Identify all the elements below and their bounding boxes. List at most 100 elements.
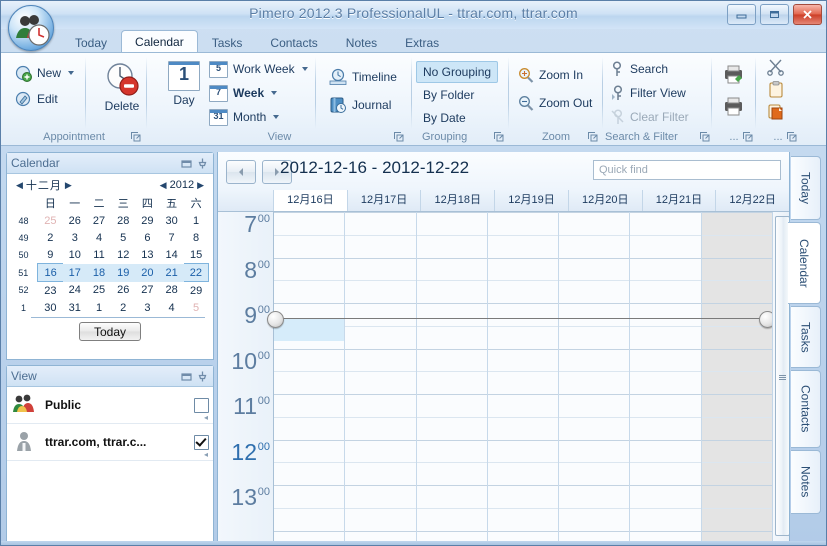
mini-calendar-day-cell[interactable]: 10 (63, 246, 87, 264)
search-filter-dialog-launcher-icon[interactable] (699, 131, 710, 142)
work-week-button[interactable]: 5 Work Week (205, 59, 312, 79)
mini-calendar-day-cell[interactable]: 30 (38, 299, 63, 316)
day-column[interactable] (701, 212, 772, 545)
week-number-cell[interactable]: 50 (11, 246, 38, 264)
right-tab-notes[interactable]: Notes (791, 450, 821, 514)
week-number-cell[interactable]: 51 (11, 264, 38, 282)
chevron-down-icon[interactable] (271, 91, 278, 95)
chevron-down-icon[interactable] (68, 71, 75, 75)
view-row-checkbox[interactable] (194, 434, 209, 450)
right-tab-contacts[interactable]: Contacts (791, 370, 821, 448)
mini-calendar-day-cell[interactable]: 28 (111, 212, 135, 229)
mini-calendar-day-cell[interactable]: 1 (87, 299, 111, 316)
mini-calendar-day-cell[interactable]: 9 (38, 246, 63, 264)
mini-calendar-day-cell[interactable]: 22 (183, 263, 209, 282)
expand-arrow-icon[interactable]: ◂ (204, 450, 208, 459)
mini-calendar-day-cell[interactable]: 19 (111, 263, 136, 282)
quick-find-input[interactable]: Quick find (593, 160, 781, 180)
search-button[interactable]: Search (607, 59, 672, 79)
selected-time-block[interactable] (274, 319, 345, 341)
day-header-1216[interactable]: 12月16日 (274, 190, 348, 211)
ribbon-tab-today[interactable]: Today (61, 32, 121, 53)
grouping-no-grouping[interactable]: No Grouping (416, 61, 499, 83)
edit-button[interactable]: Edit (11, 89, 62, 109)
day-header-1219[interactable]: 12月19日 (495, 190, 569, 211)
minimize-button[interactable] (727, 4, 756, 25)
pin-panel-icon[interactable] (196, 370, 209, 383)
zoom-out-button[interactable]: Zoom Out (514, 93, 596, 113)
day-header-1217[interactable]: 12月17日 (348, 190, 422, 211)
chevron-down-icon[interactable] (301, 67, 308, 71)
view-row-public[interactable]: Public ◂ (7, 387, 213, 424)
day-header-1221[interactable]: 12月21日 (643, 190, 717, 211)
mini-calendar-day-cell[interactable]: 31 (63, 299, 87, 316)
week-number-cell[interactable]: 49 (11, 229, 38, 246)
mini-calendar-day-cell[interactable]: 24 (63, 282, 87, 300)
view-dialog-launcher-icon[interactable] (393, 131, 404, 142)
journal-button[interactable]: Journal (325, 95, 395, 115)
print-preview-button[interactable] (722, 63, 745, 88)
mini-calendar-day-cell[interactable]: 7 (160, 229, 184, 246)
week-number-cell[interactable]: 48 (11, 212, 38, 229)
grouping-dialog-launcher-icon[interactable] (493, 131, 504, 142)
grouping-by-date[interactable]: By Date (416, 107, 473, 129)
chevron-down-icon[interactable] (273, 115, 280, 119)
day-column[interactable] (345, 212, 417, 545)
print-button[interactable] (722, 95, 745, 120)
ribbon-tab-extras[interactable]: Extras (391, 32, 453, 53)
mini-calendar-day-cell[interactable]: 26 (111, 282, 135, 300)
mini-calendar-day-cell[interactable]: 12 (111, 246, 135, 264)
right-tab-calendar[interactable]: Calendar (788, 222, 821, 304)
restore-panel-icon[interactable] (180, 370, 193, 383)
prev-year-arrow-icon[interactable]: ◀ (157, 180, 170, 191)
prev-month-arrow-icon[interactable]: ◀ (13, 180, 26, 191)
cut-button[interactable] (767, 58, 785, 79)
right-tab-today[interactable]: Today (791, 156, 821, 220)
mini-calendar-day-cell[interactable]: 2 (38, 229, 63, 246)
mini-calendar-day-cell[interactable]: 6 (135, 229, 159, 246)
paste-button[interactable] (767, 102, 785, 123)
next-year-arrow-icon[interactable]: ▶ (194, 180, 207, 191)
day-column[interactable] (416, 212, 488, 545)
mini-calendar-day-cell[interactable]: 15 (184, 246, 209, 264)
mini-calendar-day-cell[interactable]: 5 (111, 229, 135, 246)
copy-button[interactable] (767, 80, 785, 101)
clipboard-dialog-launcher-icon[interactable] (786, 131, 797, 142)
grouping-by-folder[interactable]: By Folder (416, 84, 481, 106)
ribbon-tab-tasks[interactable]: Tasks (198, 32, 257, 53)
week-number-cell[interactable]: 1 (11, 299, 38, 316)
maximize-button[interactable] (760, 4, 789, 25)
mini-calendar-day-cell[interactable]: 27 (87, 212, 111, 229)
mini-calendar-day-cell[interactable]: 8 (184, 229, 209, 246)
mini-calendar-day-cell[interactable]: 30 (160, 212, 184, 229)
print-dialog-launcher-icon[interactable] (742, 131, 753, 142)
pin-panel-icon[interactable] (196, 157, 209, 170)
day-column[interactable] (274, 212, 346, 545)
previous-week-button[interactable] (226, 160, 256, 184)
mini-calendar-day-cell[interactable]: 4 (160, 299, 184, 316)
right-tab-tasks[interactable]: Tasks (791, 306, 821, 368)
close-button[interactable] (793, 4, 822, 25)
app-logo[interactable] (8, 5, 54, 51)
mini-calendar-day-cell[interactable]: 29 (184, 282, 209, 300)
week-button[interactable]: 7 Week (205, 83, 281, 103)
mini-calendar-day-cell[interactable]: 29 (135, 212, 159, 229)
mini-calendar-day-cell[interactable]: 23 (38, 282, 63, 300)
appointment-dialog-launcher-icon[interactable] (130, 131, 141, 142)
zoom-in-button[interactable]: Zoom In (514, 65, 587, 85)
mini-calendar-day-cell[interactable]: 16 (37, 263, 63, 282)
day-column[interactable] (630, 212, 702, 545)
mini-calendar-day-cell[interactable]: 18 (86, 263, 112, 282)
mini-calendar-day-cell[interactable]: 1 (184, 212, 209, 229)
divider-handle-left[interactable] (267, 311, 284, 328)
mini-calendar-day-cell[interactable]: 25 (38, 212, 63, 229)
delete-button[interactable]: Delete (93, 61, 151, 113)
mini-calendar-day-cell[interactable]: 28 (160, 282, 184, 300)
mini-calendar-day-cell[interactable]: 21 (159, 263, 184, 282)
mini-calendar-day-cell[interactable]: 11 (87, 246, 111, 264)
mini-calendar-day-cell[interactable]: 5 (184, 299, 209, 316)
mini-calendar-day-cell[interactable]: 27 (135, 282, 159, 300)
mini-calendar-day-cell[interactable]: 3 (135, 299, 159, 316)
timeline-button[interactable]: Timeline (325, 67, 401, 87)
day-column[interactable] (487, 212, 560, 545)
